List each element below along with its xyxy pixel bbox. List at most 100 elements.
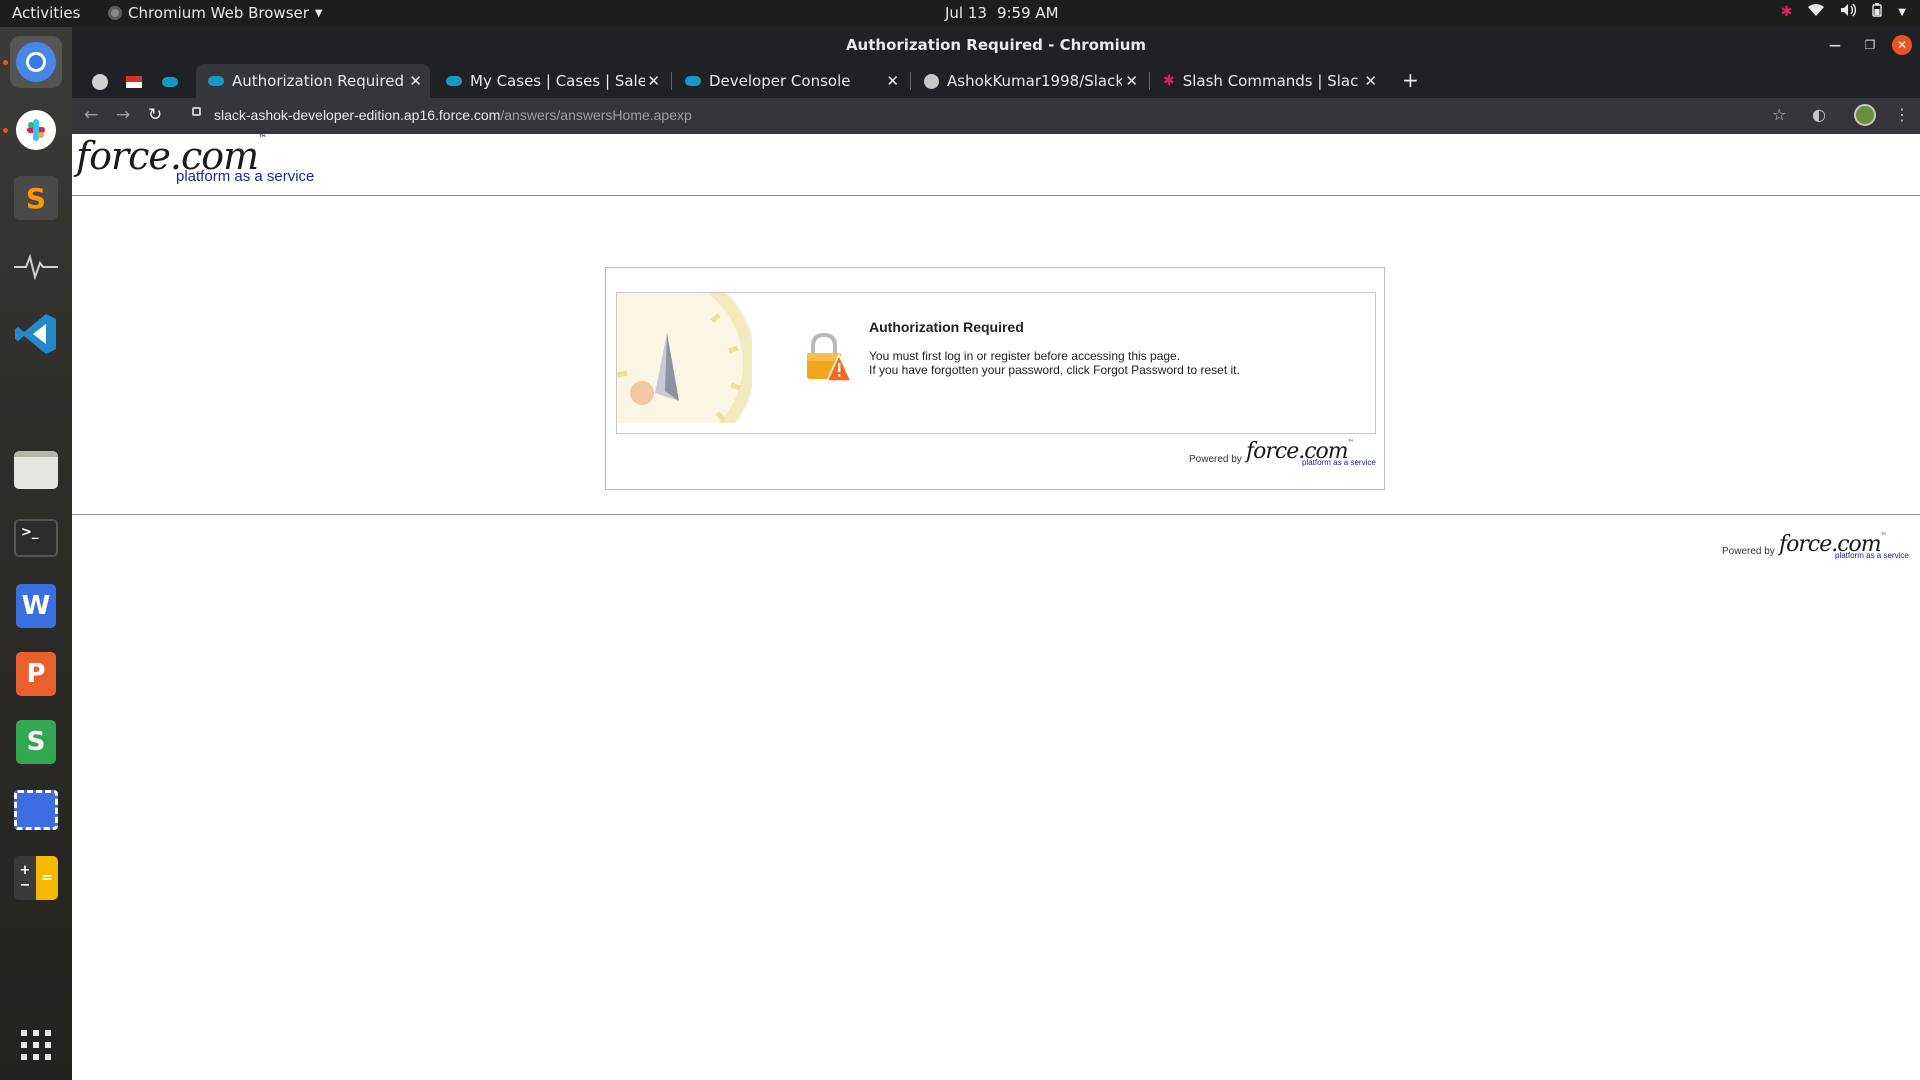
app-menu[interactable]: Chromium Web Browser ▼: [108, 4, 323, 22]
back-arrow-icon[interactable]: ←: [84, 105, 98, 125]
close-tab-icon[interactable]: ✕: [647, 72, 660, 90]
running-indicator: [3, 60, 8, 65]
clock[interactable]: Jul 13 9:59 AM: [945, 4, 1059, 22]
dock-files[interactable]: [10, 444, 62, 496]
tab-slash-commands[interactable]: ✱ Slash Commands | Slack A ✕: [1151, 64, 1385, 98]
sublime-text-icon: S: [14, 176, 58, 220]
address-bar[interactable]: slack-ashok-developer-edition.ap16.force…: [182, 102, 1872, 130]
clock-watermark-icon: [617, 293, 752, 423]
dock-system-monitor[interactable]: [10, 240, 62, 292]
vscode-icon: [15, 314, 56, 354]
dock-wps-writer[interactable]: W: [10, 580, 62, 632]
window-titlebar[interactable]: Authorization Required - Chromium — ❐ ✕: [72, 27, 1920, 64]
logo-tm: ™: [1347, 439, 1354, 446]
volume-icon: [1840, 3, 1857, 21]
powered-by-label: Powered by: [1189, 454, 1242, 465]
extension-icon[interactable]: ◐: [1812, 105, 1826, 124]
terminal-icon: >_: [14, 519, 58, 557]
slack-icon: [16, 110, 56, 150]
menu-kebab-icon[interactable]: ⋮: [1894, 105, 1910, 124]
tab-authorization-required[interactable]: Authorization Required ✕: [196, 64, 430, 98]
close-window-button[interactable]: ✕: [1892, 35, 1912, 55]
dock: S >_ W P S + − =: [0, 27, 72, 1080]
gnome-top-bar: Activities Chromium Web Browser ▼ Jul 13…: [0, 0, 1920, 27]
minimize-button[interactable]: —: [1825, 35, 1845, 55]
app-menu-label: Chromium Web Browser: [128, 4, 309, 22]
dock-calculator[interactable]: + − =: [10, 852, 62, 904]
logo-tagline: platform as a service: [1835, 551, 1909, 560]
salesforce-icon: [208, 76, 224, 86]
logo-tm: ™: [258, 134, 268, 144]
tab-label: Slash Commands | Slack A: [1182, 72, 1358, 90]
tab-label: Developer Console: [709, 72, 851, 90]
new-tab-button[interactable]: +: [1402, 68, 1419, 92]
tab-developer-console[interactable]: Developer Console ✕: [673, 64, 907, 98]
clock-date: Jul 13: [945, 4, 987, 22]
salesforce-icon: [446, 76, 462, 86]
dock-wps-presentation[interactable]: P: [10, 648, 62, 700]
wps-spreadsheets-icon: S: [16, 720, 56, 764]
system-tray[interactable]: ✱ ▼: [1781, 3, 1906, 21]
calculator-icon: + − =: [14, 856, 58, 900]
pinned-tab-1[interactable]: [86, 69, 114, 95]
folder-icon: [14, 451, 58, 489]
screenshot-icon: [14, 790, 58, 830]
profile-avatar[interactable]: [1854, 104, 1876, 126]
auth-panel: Authorization Required You must first lo…: [605, 267, 1385, 490]
system-menu-chevron-icon[interactable]: ▼: [1898, 7, 1906, 18]
gmail-icon: [126, 76, 142, 88]
dock-screenshot[interactable]: [10, 784, 62, 836]
pinned-tab-salesforce[interactable]: [156, 69, 184, 95]
show-applications-button[interactable]: [10, 1019, 62, 1071]
lock-icon[interactable]: [192, 107, 201, 116]
dock-slack[interactable]: [10, 104, 62, 156]
system-monitor-icon: [14, 253, 58, 281]
avatar: [1854, 104, 1876, 126]
reload-icon[interactable]: ↻: [148, 105, 162, 125]
logo-tagline: platform as a service: [176, 168, 315, 185]
force-com-small-logo: force.com™ platform as a service: [1246, 439, 1376, 467]
tab-github-repo[interactable]: AshokKumar1998/Slack-t ✕: [912, 64, 1146, 98]
logo-tagline: platform as a service: [1302, 458, 1376, 467]
battery-icon: [1872, 3, 1882, 21]
dock-vscode[interactable]: [10, 308, 62, 360]
chromium-app-icon: [108, 6, 122, 20]
auth-message-line-2: If you have forgotten your password, cli…: [869, 363, 1240, 377]
forward-arrow-icon[interactable]: →: [116, 105, 130, 125]
close-tab-icon[interactable]: ✕: [1364, 72, 1377, 90]
footer-divider: [72, 514, 1920, 515]
dock-sublime-text[interactable]: S: [10, 172, 62, 224]
footer-force-com-logo: force.com™ platform as a service: [1779, 532, 1909, 560]
browser-toolbar: ← → ↻ slack-ashok-developer-edition.ap16…: [72, 98, 1920, 134]
wps-presentation-icon: P: [16, 652, 56, 696]
bookmark-star-icon[interactable]: ☆: [1772, 105, 1786, 124]
logo-tm: ™: [1880, 532, 1887, 539]
maximize-button[interactable]: ❐: [1860, 35, 1880, 55]
dock-terminal[interactable]: >_: [10, 512, 62, 564]
dock-chromium[interactable]: [10, 36, 62, 88]
grid-icon: [21, 1030, 51, 1060]
tab-my-cases[interactable]: My Cases | Cases | Salesfor ✕: [434, 64, 668, 98]
close-tab-icon[interactable]: ✕: [409, 72, 422, 90]
salesforce-icon: [685, 76, 701, 86]
auth-message-line-1: You must first log in or register before…: [869, 349, 1181, 363]
wifi-icon: [1808, 3, 1825, 21]
running-indicator: [3, 128, 8, 133]
tab-strip: Authorization Required ✕ My Cases | Case…: [72, 64, 1920, 98]
salesforce-icon: [162, 77, 178, 87]
pinned-tab-gmail[interactable]: [120, 69, 148, 95]
page-content: force.com™ platform as a service Authori…: [72, 134, 1920, 1080]
slack-tray-icon[interactable]: ✱: [1781, 4, 1793, 20]
close-tab-icon[interactable]: ✕: [1125, 72, 1138, 90]
clock-time: 9:59 AM: [996, 4, 1059, 22]
close-tab-icon[interactable]: ✕: [886, 72, 899, 90]
activities-button[interactable]: Activities: [12, 4, 80, 22]
tab-separator: [671, 72, 672, 90]
slack-icon: ✱: [1163, 73, 1175, 89]
dock-wps-spreadsheets[interactable]: S: [10, 716, 62, 768]
window-title: Authorization Required - Chromium: [845, 36, 1147, 54]
tab-label: Authorization Required: [232, 72, 404, 90]
url-text[interactable]: slack-ashok-developer-edition.ap16.force…: [214, 107, 692, 123]
wps-writer-icon: W: [16, 584, 56, 628]
tab-label: My Cases | Cases | Salesfor: [470, 72, 645, 90]
